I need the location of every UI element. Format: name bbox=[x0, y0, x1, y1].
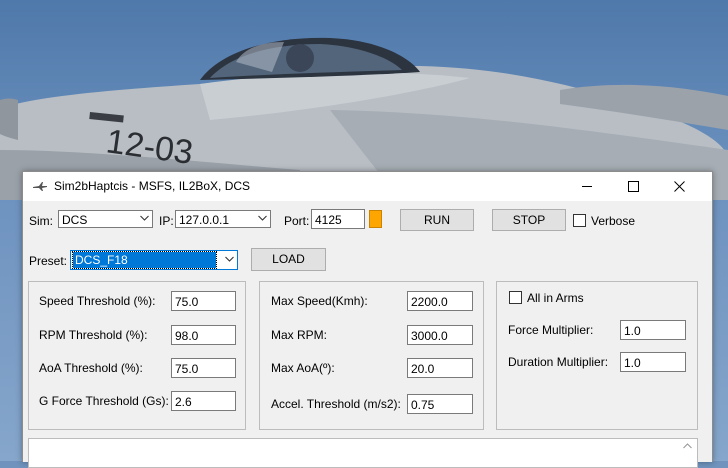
all-in-arms-checkbox[interactable] bbox=[509, 291, 522, 304]
fighter-jet-image: 12-03 bbox=[0, 37, 728, 200]
minimize-button[interactable] bbox=[564, 172, 610, 201]
load-button[interactable]: LOAD bbox=[251, 248, 326, 271]
max-rpm-input[interactable]: 3000.0 bbox=[407, 325, 473, 345]
close-button[interactable] bbox=[656, 172, 702, 201]
multipliers-group: All in Arms Force Multiplier: 1.0 Durati… bbox=[496, 281, 698, 430]
app-jet-icon bbox=[33, 182, 47, 191]
aoa-threshold-input[interactable]: 75.0 bbox=[171, 358, 236, 378]
sim-select[interactable]: DCS bbox=[58, 210, 153, 228]
max-rpm-label: Max RPM: bbox=[271, 328, 328, 342]
max-speed-value: 2200.0 bbox=[411, 295, 448, 309]
ip-select-value: 127.0.0.1 bbox=[179, 213, 230, 227]
maximize-icon bbox=[628, 181, 639, 192]
verbose-label: Verbose bbox=[591, 214, 636, 228]
all-in-arms-label: All in Arms bbox=[527, 291, 584, 305]
chevron-down-icon bbox=[140, 215, 149, 221]
gforce-threshold-label: G Force Threshold (Gs): bbox=[39, 394, 169, 408]
accel-threshold-input[interactable]: 0.75 bbox=[407, 394, 473, 414]
rpm-threshold-input[interactable]: 98.0 bbox=[171, 325, 236, 345]
duration-multiplier-value: 1.0 bbox=[624, 356, 641, 370]
force-multiplier-value: 1.0 bbox=[624, 324, 641, 338]
preset-select[interactable]: DCS_F18 bbox=[70, 250, 238, 270]
connection-status-indicator bbox=[369, 210, 382, 228]
chevron-down-icon bbox=[225, 256, 234, 262]
duration-multiplier-input[interactable]: 1.0 bbox=[620, 352, 686, 372]
force-multiplier-input[interactable]: 1.0 bbox=[620, 320, 686, 340]
window-title: Sim2bHaptcis - MSFS, IL2BoX, DCS bbox=[54, 179, 251, 193]
run-button[interactable]: RUN bbox=[400, 209, 474, 231]
thresholds-group: Speed Threshold (%): 75.0 RPM Threshold … bbox=[28, 281, 246, 430]
output-log[interactable] bbox=[28, 438, 698, 468]
title-bar[interactable]: Sim2bHaptcis - MSFS, IL2BoX, DCS bbox=[23, 172, 712, 201]
speed-threshold-label: Speed Threshold (%): bbox=[39, 294, 156, 308]
port-input-value: 4125 bbox=[315, 213, 342, 227]
minimize-icon bbox=[582, 186, 592, 187]
accel-threshold-label: Accel. Threshold (m/s2): bbox=[271, 397, 401, 411]
gforce-threshold-input[interactable]: 2.6 bbox=[171, 391, 236, 411]
maximize-button[interactable] bbox=[610, 172, 656, 201]
gforce-threshold-value: 2.6 bbox=[175, 395, 192, 409]
max-speed-label: Max Speed(Kmh): bbox=[271, 294, 368, 308]
sim-label: Sim: bbox=[29, 214, 53, 228]
stop-button[interactable]: STOP bbox=[492, 209, 566, 231]
app-window: Sim2bHaptcis - MSFS, IL2BoX, DCS Sim: DC… bbox=[22, 171, 713, 468]
duration-multiplier-label: Duration Multiplier: bbox=[508, 355, 609, 369]
max-rpm-value: 3000.0 bbox=[411, 329, 448, 343]
max-aoa-value: 20.0 bbox=[411, 362, 435, 376]
rpm-threshold-label: RPM Threshold (%): bbox=[39, 328, 148, 342]
accel-threshold-value: 0.75 bbox=[411, 398, 435, 412]
aoa-threshold-value: 75.0 bbox=[175, 362, 199, 376]
aoa-threshold-label: AoA Threshold (%): bbox=[39, 361, 143, 375]
scroll-up-icon[interactable] bbox=[683, 443, 692, 449]
ip-label: IP: bbox=[159, 214, 174, 228]
force-multiplier-label: Force Multiplier: bbox=[508, 323, 594, 337]
port-label: Port: bbox=[284, 214, 310, 228]
preset-select-value: DCS_F18 bbox=[72, 251, 217, 269]
max-aoa-input[interactable]: 20.0 bbox=[407, 358, 473, 378]
maxima-group: Max Speed(Kmh): 2200.0 Max RPM: 3000.0 M… bbox=[259, 281, 484, 430]
speed-threshold-input[interactable]: 75.0 bbox=[171, 291, 236, 311]
chevron-down-icon bbox=[258, 215, 267, 221]
ip-select[interactable]: 127.0.0.1 bbox=[175, 210, 271, 228]
port-input[interactable]: 4125 bbox=[311, 209, 365, 229]
verbose-checkbox[interactable] bbox=[573, 214, 586, 227]
rpm-threshold-value: 98.0 bbox=[175, 329, 199, 343]
max-aoa-label: Max AoA(º): bbox=[271, 361, 335, 375]
close-icon bbox=[674, 181, 685, 192]
preset-label: Preset: bbox=[29, 254, 68, 268]
speed-threshold-value: 75.0 bbox=[175, 295, 199, 309]
max-speed-input[interactable]: 2200.0 bbox=[407, 291, 473, 311]
sim-select-value: DCS bbox=[62, 213, 88, 227]
